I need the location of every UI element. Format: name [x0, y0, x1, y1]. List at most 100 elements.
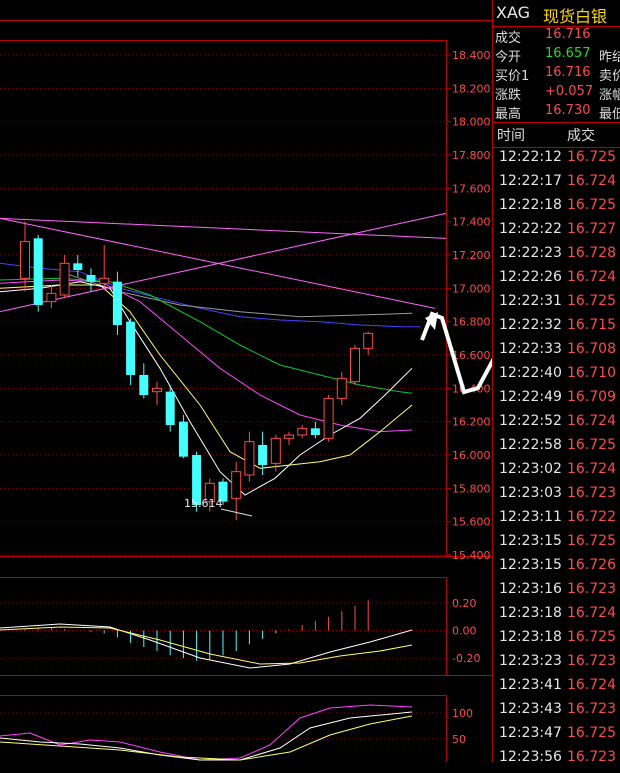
- price-tick-label: 18.000: [452, 116, 491, 129]
- tick-row: 12:23:15 16.725: [493, 533, 620, 557]
- candle-body: [73, 263, 83, 270]
- tick-time: 12:22:12: [499, 149, 562, 165]
- tick-time: 12:23:18: [499, 605, 562, 621]
- chart-svg[interactable]: 18.400 18.200 18.000 17.800 17.600 17.400 17.2…: [0, 0, 528, 762]
- tick-row: 12:23:16 16.723: [493, 581, 620, 605]
- tick-time: 12:23:47: [499, 725, 562, 741]
- tick-price: 16.724: [567, 677, 616, 693]
- price-tick-label: 17.400: [452, 216, 491, 229]
- symbol-code: XAG: [496, 3, 531, 22]
- quote-label: 涨跌: [495, 88, 522, 103]
- tick-row: 12:22:12 16.725: [493, 149, 620, 173]
- tick-row: 12:23:23 16.723: [493, 653, 620, 677]
- tick-price: 16.725: [567, 629, 616, 645]
- quote-label: 买价1: [495, 69, 530, 84]
- quote-panel: XAG 现货白银 成交 16.716 今开 16.657 昨结买价1 16.716 卖价涨跌…: [492, 0, 620, 765]
- candle-body: [59, 262, 70, 296]
- tick-price: 16.725: [567, 533, 616, 549]
- candle-body: [165, 391, 175, 425]
- candle-body: [33, 238, 43, 305]
- candle-body: [99, 277, 110, 284]
- tick-price: 16.724: [567, 605, 616, 621]
- tick-row: 12:22:31 16.725: [493, 293, 620, 317]
- quote-label-2: 最低: [599, 107, 620, 122]
- macd-tick-label: -0.20: [452, 652, 480, 665]
- tick-row: 12:23:15 16.726: [493, 557, 620, 581]
- tick-time: 12:23:03: [499, 485, 562, 501]
- price-tick-label: 18.400: [452, 49, 491, 62]
- quote-value: 16.716: [545, 65, 591, 80]
- candle-body: [284, 434, 294, 439]
- quote-title: XAG 现货白银: [493, 0, 620, 27]
- price-tick-label: 16.800: [452, 316, 491, 329]
- candle-body: [46, 292, 57, 303]
- chart-area[interactable]: 18.400 18.200 18.000 17.800 17.600 17.400 17.2…: [0, 0, 528, 762]
- quote-value: +0.057: [545, 84, 594, 99]
- tick-price: 16.723: [567, 749, 616, 765]
- candle-body: [336, 377, 347, 399]
- candle-body: [20, 241, 30, 279]
- tick-row: 12:23:18 16.724: [493, 605, 620, 629]
- tick-price: 16.723: [567, 581, 616, 597]
- tick-row: 12:23:03 16.723: [493, 485, 620, 509]
- macd-axis: 0.20 0.00 -0.20: [452, 597, 480, 665]
- candle-body: [270, 437, 281, 464]
- tick-price: 16.725: [567, 293, 616, 309]
- quote-label-2: 昨结: [599, 50, 620, 65]
- tick-row: 12:23:47 16.725: [493, 725, 620, 749]
- tick-time: 12:23:23: [499, 653, 562, 669]
- tick-price: 16.723: [567, 701, 616, 717]
- tick-time: 12:23:43: [499, 701, 562, 717]
- tick-time: 12:22:49: [499, 389, 562, 405]
- tick-price: 16.725: [567, 725, 616, 741]
- tick-price: 16.709: [567, 389, 616, 405]
- price-tick-label: 17.000: [452, 282, 491, 295]
- tick-time: 12:22:52: [499, 413, 562, 429]
- quote-label: 最高: [495, 107, 522, 122]
- tick-price: 16.723: [567, 485, 616, 501]
- tick-row: 12:22:33 16.708: [493, 341, 620, 365]
- quote-value: 16.657: [545, 46, 591, 61]
- price-tick-label: 16.600: [452, 349, 491, 362]
- price-tick-label: 16.200: [452, 416, 491, 429]
- quote-row: 成交 16.716: [493, 27, 620, 46]
- candle-body: [363, 332, 374, 349]
- tick-row: 12:23:02 16.724: [493, 461, 620, 485]
- tick-time: 12:22:33: [499, 341, 562, 357]
- tick-time: 12:22:31: [499, 293, 562, 309]
- tick-price: 16.726: [567, 557, 616, 573]
- quote-label-2: 卖价: [599, 69, 620, 84]
- price-tick-label: 17.800: [452, 149, 491, 162]
- candle-body: [126, 321, 136, 375]
- quote-label: 今开: [495, 50, 522, 65]
- tick-price: 16.715: [567, 317, 616, 333]
- quote-row: 涨跌 +0.057 涨幅: [493, 84, 620, 103]
- tick-price: 16.724: [567, 413, 616, 429]
- tick-time: 12:22:26: [499, 269, 562, 285]
- tick-price: 16.725: [567, 149, 616, 165]
- tick-price: 16.724: [567, 173, 616, 189]
- quote-row: 买价1 16.716 卖价: [493, 65, 620, 84]
- tick-time: 12:22:32: [499, 317, 562, 333]
- tick-time: 12:23:56: [499, 749, 562, 765]
- candle-body: [112, 281, 122, 325]
- tick-price: 16.727: [567, 221, 616, 237]
- tick-time: 12:22:18: [499, 197, 562, 213]
- tick-time: 12:22:40: [499, 365, 562, 381]
- tick-price: 16.710: [567, 365, 616, 381]
- tick-row: 12:22:22 16.727: [493, 221, 620, 245]
- tick-row: 12:23:41 16.724: [493, 677, 620, 701]
- tick-time: 12:23:15: [499, 533, 562, 549]
- candle-body: [178, 421, 188, 457]
- tick-row: 12:22:17 16.724: [493, 173, 620, 197]
- tick-row: 12:23:18 16.725: [493, 629, 620, 653]
- macd-tick-label: 0.00: [452, 625, 477, 638]
- time-header: 时间: [497, 128, 525, 144]
- quote-row: 最高 16.730 最低: [493, 103, 620, 122]
- quote-value: 16.730: [545, 103, 591, 118]
- low-annotation: 15.614: [184, 497, 223, 510]
- candle-body: [310, 428, 320, 435]
- tick-time: 12:22:22: [499, 221, 562, 237]
- candle-body: [350, 347, 360, 383]
- price-tick-label: 16.000: [452, 449, 491, 462]
